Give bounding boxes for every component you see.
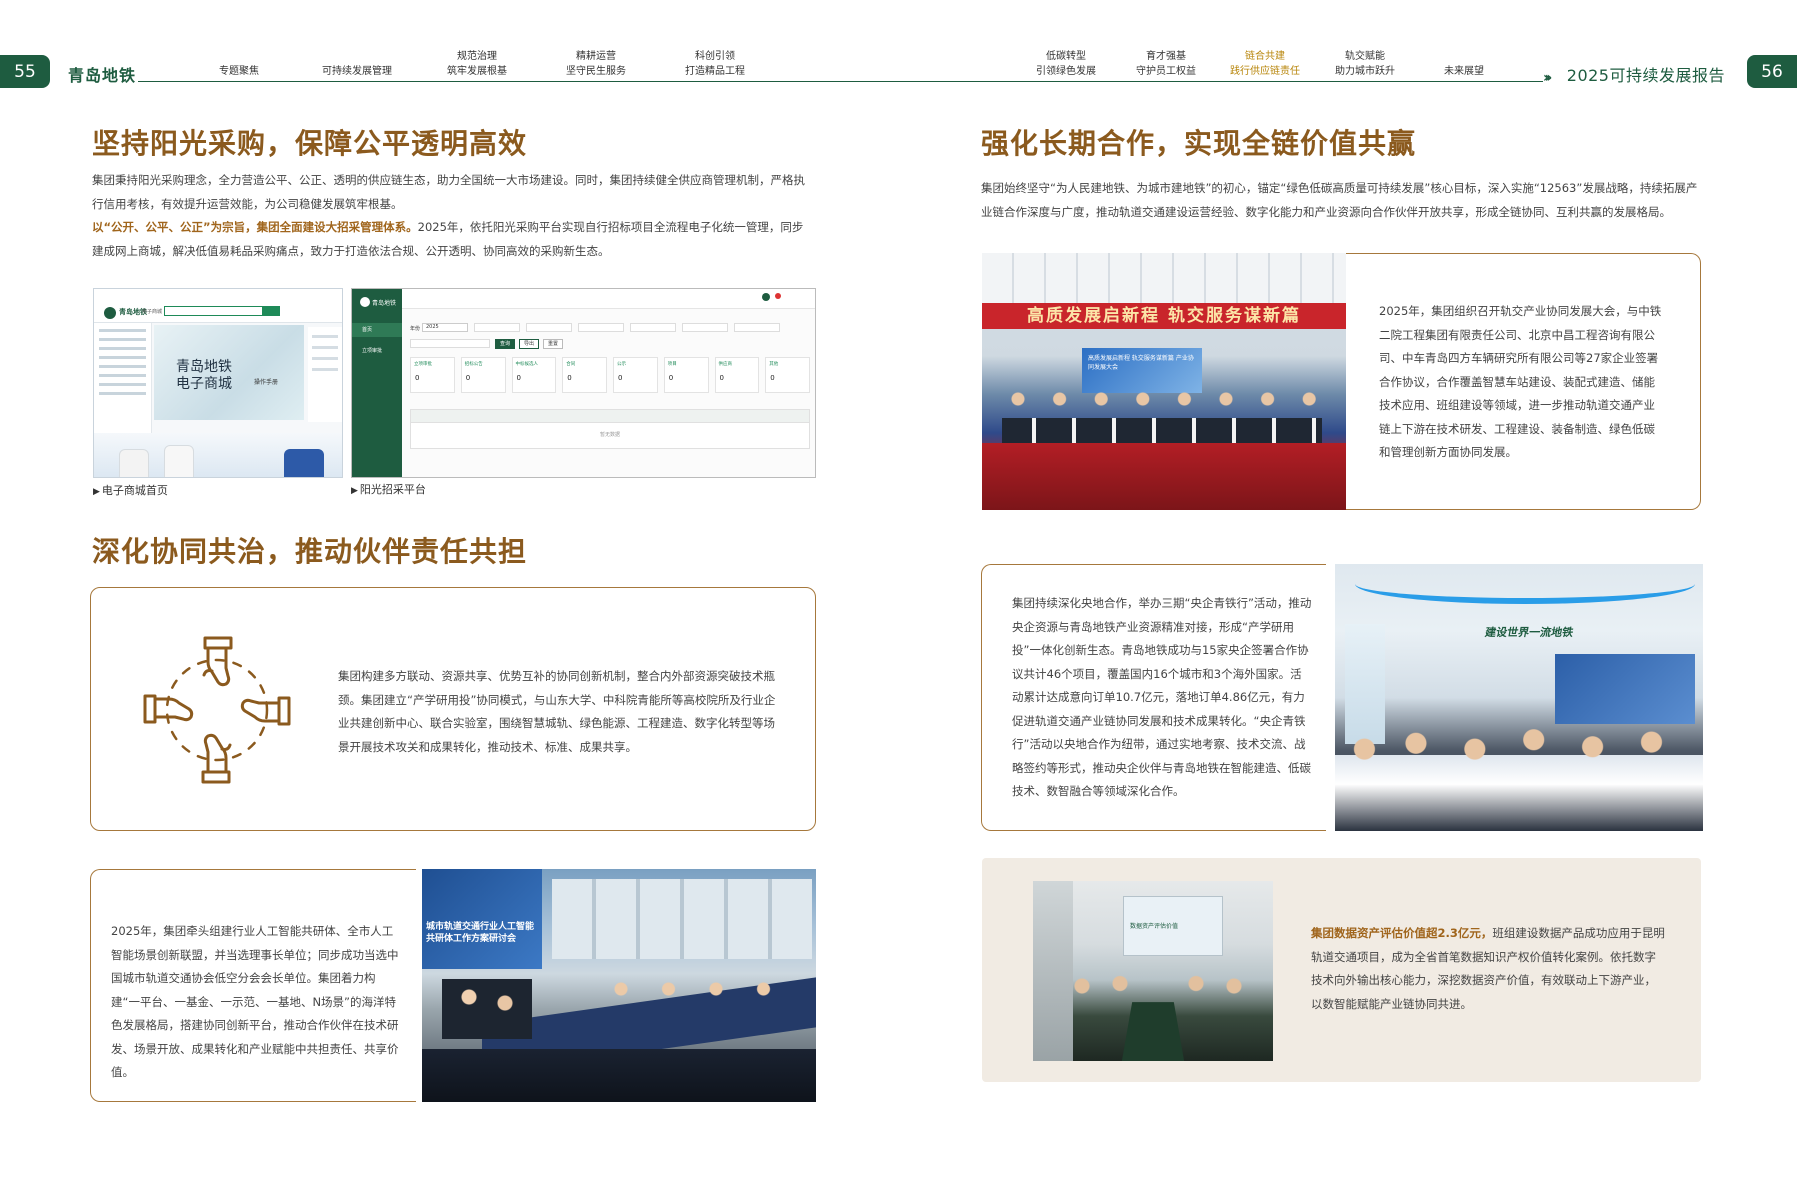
platform-menu-approval[interactable]: 立项审批: [362, 347, 382, 354]
nav-item-outlook[interactable]: 未来展望: [1444, 64, 1484, 79]
logo-icon: [104, 307, 116, 319]
filter-select[interactable]: [682, 323, 728, 332]
filter-select[interactable]: [526, 323, 572, 332]
query-button[interactable]: 查询: [495, 339, 515, 349]
procurement-paragraph: 集团秉持阳光采购理念，全力营造公平、公正、透明的供应链生态，助力全国统一大市场建…: [92, 173, 805, 258]
user-avatar[interactable]: [762, 293, 770, 301]
nav-item-city[interactable]: 轨交赋能 助力城市跃升: [1335, 49, 1395, 79]
export-button[interactable]: 导出: [519, 339, 539, 349]
header-rule: [138, 81, 1543, 82]
nav-item-feature[interactable]: 专题聚焦: [219, 64, 259, 79]
chevron-right-icon: ›››: [1543, 70, 1553, 86]
platform-logo-text: 青岛地铁: [372, 300, 397, 307]
mall-banner-title: 青岛地铁 电子商城: [176, 359, 232, 392]
mall-manual-label: 操作手册: [254, 379, 279, 386]
central-enterprise-paragraph: 集团持续深化央地合作，举办三期“央企青铁行”活动，推动央企资源与青岛地铁产业资源…: [1012, 596, 1312, 798]
ai-seminar-photo: 城市轨道交通行业人工智能共研体工作方案研讨会: [422, 869, 816, 1102]
platform-table-header: [410, 409, 810, 423]
filter-select[interactable]: [630, 323, 676, 332]
platform-stats-row: 立项审批 0 招标公告 0 中标候选人 0 合同 0 公示 0 项目 0 供应商 0 其他 0: [410, 357, 810, 393]
section-title-partnership: 强化长期合作，实现全链价值共赢: [981, 127, 1417, 160]
keyword-input[interactable]: [410, 339, 490, 348]
mall-search-button[interactable]: [262, 306, 280, 316]
page-number-right: 56: [1747, 55, 1797, 88]
filter-select[interactable]: [474, 323, 520, 332]
mall-name: 电子商城: [142, 309, 163, 315]
data-asset-meeting-photo: 数据资产评估价值: [1033, 881, 1273, 1061]
exhibition-wall-text: 建设世界一流地铁: [1483, 626, 1575, 639]
platform-year-label: 年份: [410, 326, 421, 332]
nav-item-employees[interactable]: 育才强基 守护员工权益: [1136, 49, 1196, 79]
page-number-left: 55: [0, 55, 50, 88]
notification-badge: [775, 293, 781, 299]
collaboration-paragraph: 集团构建多方联动、资源共享、优势互补的协同创新机制，整合内外部资源突破技术瓶颈。…: [338, 669, 776, 754]
brand-title: 青岛地铁: [68, 66, 137, 85]
nav-item-supply-chain[interactable]: 链合共建 践行供应链责任: [1230, 49, 1300, 79]
caption-e-mall: ▶ 电子商城首页: [93, 484, 168, 497]
screen-caption: 数据资产评估价值: [1130, 923, 1179, 930]
nav-item-governance[interactable]: 规范治理 筑牢发展根基: [447, 49, 507, 79]
mall-search-input[interactable]: [164, 306, 264, 316]
report-title: 2025可持续发展报告: [1566, 66, 1725, 85]
conference-paragraph: 2025年，集团组织召开轨交产业协同发展大会，与中铁二院工程集团有限责任公司、北…: [1379, 304, 1662, 459]
section-title-procurement: 坚持阳光采购，保障公平透明高效: [92, 127, 528, 160]
conference-banner: 高质发展启新程 轨交服务谋新篇: [982, 303, 1346, 329]
nav-item-operation[interactable]: 精耕运营 坚守民生服务: [566, 49, 626, 79]
ai-alliance-paragraph: 2025年，集团牵头组建行业人工智能共研体、全市人工智能场景创新联盟，并当选理事…: [111, 924, 399, 1079]
industry-conference-photo: 高质发展启新程 轨交服务谋新篇 高质发展启新程 轨交服务谋新篇 产业协同发展大会: [982, 253, 1346, 510]
data-asset-paragraph: 集团数据资产评估价值超2.3亿元，班组建设数据产品成功应用于昆明轨道交通项目，成…: [1311, 926, 1665, 1011]
seminar-banner-text: 城市轨道交通行业人工智能共研体工作方案研讨会: [426, 922, 535, 944]
partnership-paragraph: 集团始终坚守“为人民建地铁、为城市建地铁”的初心，锚定“绿色低碳高质量可持续发展…: [981, 181, 1698, 219]
platform-table-empty: 暂无数据: [410, 423, 810, 449]
logo-icon: [360, 297, 370, 307]
nav-item-innovation[interactable]: 科创引领 打造精品工程: [685, 49, 745, 79]
platform-year-select[interactable]: 2025: [422, 323, 468, 332]
platform-menu-home[interactable]: 首页: [362, 326, 372, 333]
caption-platform: ▶ 阳光招采平台: [351, 483, 426, 496]
nav-item-low-carbon[interactable]: 低碳转型 引领绿色发展: [1036, 49, 1096, 79]
exhibition-photo: 建设世界一流地铁: [1335, 564, 1703, 831]
handshake-cooperation-icon: [142, 635, 292, 785]
filter-select[interactable]: [578, 323, 624, 332]
section-title-collaboration: 深化协同共治，推动伙伴责任共担: [92, 535, 528, 568]
e-mall-screenshot: 青岛地铁 电子商城 青岛地铁 电子商城 操作手册: [93, 288, 343, 478]
reset-button[interactable]: 重置: [543, 339, 563, 349]
filter-select[interactable]: [734, 323, 780, 332]
nav-item-sustainability[interactable]: 可持续发展管理: [322, 64, 392, 79]
procurement-platform-screenshot: 青岛地铁 首页 立项审批 年份 2025 查询 导出 重置 立项审批 0 招标公告…: [351, 288, 816, 478]
